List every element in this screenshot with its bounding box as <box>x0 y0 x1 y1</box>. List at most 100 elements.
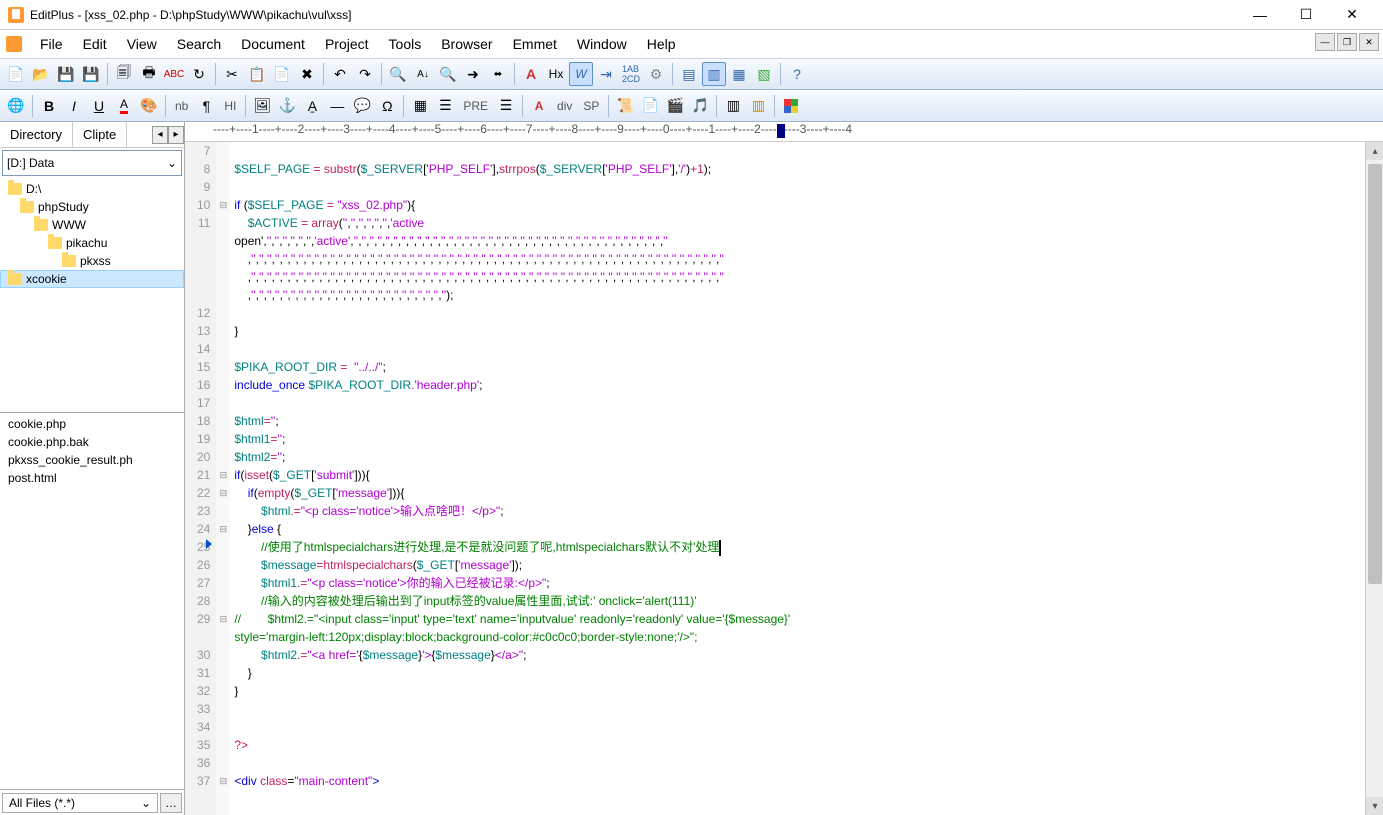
fold-marker[interactable]: ⊟ <box>216 484 230 502</box>
delete-button[interactable]: ✖ <box>295 62 319 86</box>
tab-cliptext[interactable]: Clipte <box>73 122 127 147</box>
menu-project[interactable]: Project <box>315 32 379 56</box>
copy-button[interactable]: 📋 <box>245 62 269 86</box>
anchor-button[interactable]: ⚓ <box>275 94 299 118</box>
browser-button[interactable]: 🌐 <box>4 94 28 118</box>
list-button[interactable]: ☰ <box>494 94 518 118</box>
italic-button[interactable]: I <box>62 94 86 118</box>
scroll-down-button[interactable]: ▾ <box>1366 797 1383 815</box>
fold-marker[interactable]: ⊟ <box>216 196 230 214</box>
char-button[interactable]: Ω <box>375 94 399 118</box>
palette-button[interactable]: 🎨 <box>137 94 161 118</box>
indent-button[interactable]: ⇥ <box>594 62 618 86</box>
image-button[interactable]: 🖼 <box>250 94 274 118</box>
tree-item[interactable]: D:\ <box>0 180 184 198</box>
paragraph-button[interactable]: ¶ <box>194 94 218 118</box>
linenumbers-button[interactable]: 1AB2CD <box>619 62 643 86</box>
redo-button[interactable]: ↷ <box>353 62 377 86</box>
color-button[interactable]: A <box>112 94 136 118</box>
menu-browser[interactable]: Browser <box>431 32 502 56</box>
sp-button[interactable]: SP <box>578 96 604 116</box>
tab-scroll-right[interactable]: ▸ <box>168 126 184 144</box>
replace-button[interactable]: A↓ <box>411 62 435 86</box>
scroll-up-button[interactable]: ▴ <box>1366 142 1383 160</box>
tree-item[interactable]: pikachu <box>0 234 184 252</box>
drive-selector[interactable]: [D:] Data ⌄ <box>2 150 182 176</box>
hr-button[interactable]: — <box>325 94 349 118</box>
save-all-button[interactable]: 💾 <box>79 62 103 86</box>
file-entry[interactable]: pkxss_cookie_result.ph <box>4 451 180 469</box>
print-preview-button[interactable]: 🗐 <box>112 62 136 86</box>
spellcheck-button[interactable]: ABC <box>162 62 186 86</box>
find-button[interactable]: 🔍 <box>386 62 410 86</box>
fold-marker[interactable]: ⊟ <box>216 772 230 790</box>
code-editor[interactable]: 7891011121314151617181920212223242526272… <box>185 142 1365 815</box>
menu-file[interactable]: File <box>30 32 73 56</box>
help-button[interactable]: ? <box>785 62 809 86</box>
tree-item[interactable]: xcookie <box>0 270 184 288</box>
bold-button[interactable]: B <box>37 94 61 118</box>
menu-help[interactable]: Help <box>637 32 686 56</box>
video-button[interactable]: 🎬 <box>663 94 687 118</box>
tree-item[interactable]: phpStudy <box>0 198 184 216</box>
tree-item[interactable]: WWW <box>0 216 184 234</box>
paste-button[interactable]: 📄 <box>270 62 294 86</box>
pre-button[interactable]: PRE <box>458 96 493 116</box>
wordwrap-button[interactable]: W <box>569 62 593 86</box>
find-next-button[interactable]: 🔍 <box>436 62 460 86</box>
minimize-button[interactable]: — <box>1237 0 1283 30</box>
goto-button[interactable]: ➜ <box>461 62 485 86</box>
undo-button[interactable]: ↶ <box>328 62 352 86</box>
reload-button[interactable]: ↻ <box>187 62 211 86</box>
template1-button[interactable]: ▥ <box>721 94 745 118</box>
menu-view[interactable]: View <box>117 32 167 56</box>
window1-button[interactable]: ▤ <box>677 62 701 86</box>
cut-button[interactable]: ✂ <box>220 62 244 86</box>
filter-select[interactable]: All Files (*.*) ⌄ <box>2 793 158 813</box>
maximize-button[interactable]: ☐ <box>1283 0 1329 30</box>
comment-button[interactable]: 💬 <box>350 94 374 118</box>
window3-button[interactable]: ▦ <box>727 62 751 86</box>
ruler[interactable]: ----+----1----+----2----+----3----+----4… <box>185 122 1383 142</box>
window4-button[interactable]: ▧ <box>752 62 776 86</box>
fold-marker[interactable]: ⊟ <box>216 610 230 628</box>
template2-button[interactable]: ▥ <box>746 94 770 118</box>
a-button[interactable]: A <box>527 94 551 118</box>
fold-marker[interactable]: ⊟ <box>216 466 230 484</box>
tab-scroll-left[interactable]: ◂ <box>152 126 168 144</box>
nb-button[interactable]: nb <box>170 96 193 116</box>
menu-document[interactable]: Document <box>231 32 315 56</box>
code-text[interactable]: $SELF_PAGE = substr($_SERVER['PHP_SELF']… <box>230 142 1365 815</box>
css-button[interactable]: 📄 <box>638 94 662 118</box>
audio-button[interactable]: 🎵 <box>688 94 712 118</box>
table-button[interactable]: ▦ <box>408 94 432 118</box>
bookmark-button[interactable]: ⬌ <box>486 62 510 86</box>
underline-button[interactable]: U <box>87 94 111 118</box>
mdi-minimize-button[interactable]: — <box>1315 33 1335 51</box>
div-button[interactable]: div <box>552 96 577 116</box>
window2-button[interactable]: ▥ <box>702 62 726 86</box>
font-button[interactable]: A <box>519 62 543 86</box>
fold-column[interactable]: ⊟⊟⊟⊟⊟⊟ <box>216 142 230 815</box>
link-button[interactable]: A̱ <box>300 94 324 118</box>
menu-tools[interactable]: Tools <box>379 32 432 56</box>
menu-window[interactable]: Window <box>567 32 637 56</box>
scroll-thumb[interactable] <box>1368 164 1382 584</box>
file-entry[interactable]: cookie.php.bak <box>4 433 180 451</box>
mdi-close-button[interactable]: ✕ <box>1359 33 1379 51</box>
vertical-scrollbar[interactable]: ▴ ▾ <box>1365 142 1383 815</box>
print-button[interactable]: 🖶 <box>137 62 161 86</box>
settings-button[interactable]: ⚙ <box>644 62 668 86</box>
file-entry[interactable]: post.html <box>4 469 180 487</box>
menu-emmet[interactable]: Emmet <box>503 32 567 56</box>
flag-button[interactable] <box>779 94 803 118</box>
tree-item[interactable]: pkxss <box>0 252 184 270</box>
fold-marker[interactable]: ⊟ <box>216 520 230 538</box>
filter-go-button[interactable]: … <box>160 793 182 813</box>
script-button[interactable]: 📜 <box>613 94 637 118</box>
tab-directory[interactable]: Directory <box>0 122 73 147</box>
form-button[interactable]: ☰ <box>433 94 457 118</box>
heading-button[interactable]: Hx <box>544 62 568 86</box>
mdi-restore-button[interactable]: ❐ <box>1337 33 1357 51</box>
menu-search[interactable]: Search <box>167 32 231 56</box>
